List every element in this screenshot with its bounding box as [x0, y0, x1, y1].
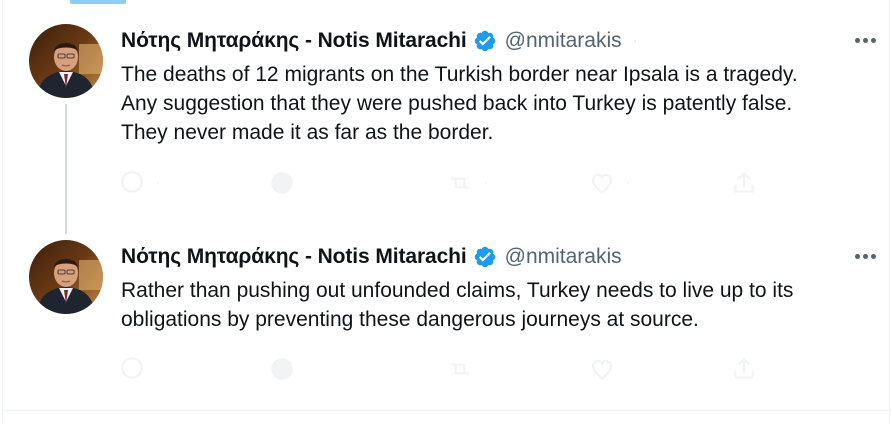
- tweet-header: Νότης Μηταράκης - Notis Mitarachi @nmita…: [121, 242, 622, 272]
- reply-button[interactable]: ·: [119, 170, 160, 196]
- analytics-button[interactable]: [269, 356, 295, 382]
- author-name[interactable]: Νότης Μηταράκης - Notis Mitarachi: [121, 29, 467, 53]
- tweet-text-line: Rather than pushing out unfounded claims…: [121, 279, 794, 302]
- like-button[interactable]: [589, 356, 615, 382]
- reply-button[interactable]: [119, 356, 145, 382]
- tweet-text: Rather than pushing out unfounded claims…: [121, 276, 861, 334]
- retweet-icon: [451, 363, 469, 375]
- tweet-text-line: Any suggestion that they were pushed bac…: [121, 92, 793, 115]
- share-button[interactable]: [731, 170, 757, 196]
- chart-icon: [271, 358, 293, 380]
- tweet-text: The deaths of 12 migrants on the Turkish…: [121, 60, 861, 147]
- thread-connector-line: [65, 104, 67, 234]
- author-handle[interactable]: @nmitarakis: [505, 245, 622, 269]
- retweet-button[interactable]: ·: [447, 170, 488, 196]
- tweet-text-line: They never made it as far as the border.: [121, 121, 494, 144]
- verified-badge-icon: [473, 29, 497, 53]
- retweet-button[interactable]: [447, 356, 473, 382]
- like-button[interactable]: ·: [589, 170, 630, 196]
- divider: [3, 410, 891, 411]
- avatar[interactable]: [29, 24, 103, 98]
- author-name[interactable]: Νότης Μηταράκης - Notis Mitarachi: [121, 245, 467, 269]
- more-icon[interactable]: [849, 242, 881, 270]
- share-icon: [734, 357, 754, 379]
- verified-badge-icon: [473, 245, 497, 269]
- avatar[interactable]: [29, 240, 103, 314]
- retweet-icon: [451, 177, 469, 189]
- reply-icon: [121, 357, 143, 379]
- share-button[interactable]: [731, 356, 757, 382]
- reply-icon: [121, 171, 143, 193]
- share-icon: [734, 171, 754, 193]
- tweet-thread-panel: Νότης Μηταράκης - Notis Mitarachi @nmita…: [2, 0, 891, 424]
- top-accent-bar: [70, 0, 126, 4]
- chart-icon: [271, 172, 293, 194]
- like-icon: [591, 359, 613, 381]
- tweet-actions: [119, 356, 769, 386]
- timestamp-faded: ·: [631, 29, 639, 52]
- like-icon: [591, 173, 613, 195]
- tweet-text-line: The deaths of 12 migrants on the Turkish…: [121, 63, 798, 86]
- tweet-text-line: obligations by preventing these dangerou…: [121, 308, 699, 331]
- analytics-button[interactable]: [269, 170, 295, 196]
- tweet-actions: · · ·: [119, 170, 769, 200]
- author-handle[interactable]: @nmitarakis: [505, 29, 622, 53]
- more-icon[interactable]: [849, 26, 881, 54]
- tweet-header: Νότης Μηταράκης - Notis Mitarachi @nmita…: [121, 26, 639, 56]
